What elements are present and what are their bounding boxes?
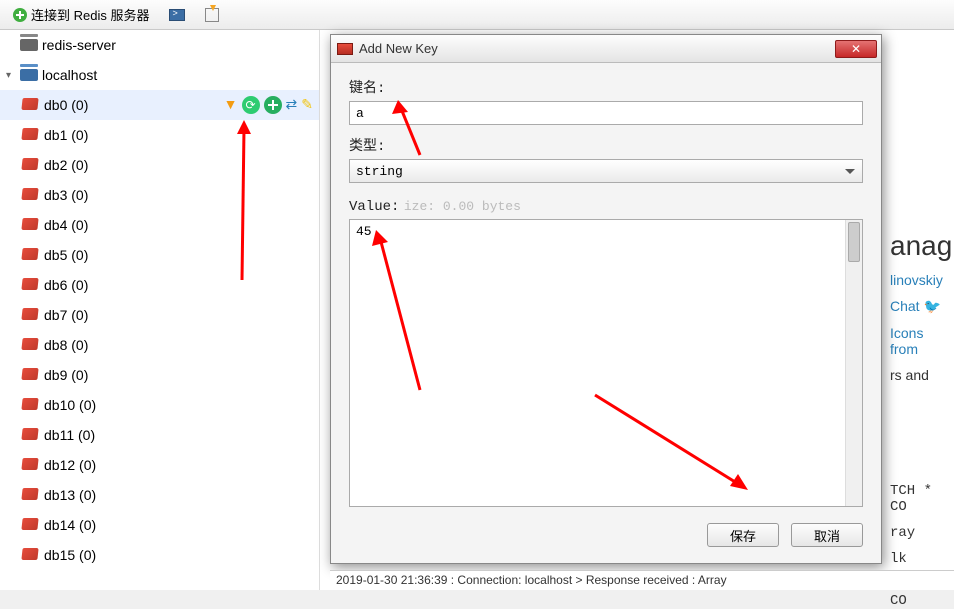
server-label: localhost xyxy=(42,67,97,83)
brush-icon[interactable]: ✎ xyxy=(301,96,313,114)
app-icon xyxy=(337,43,353,55)
collapse-icon[interactable]: ▾ xyxy=(6,70,20,81)
status-text: 2019-01-30 21:36:39 : Connection: localh… xyxy=(336,573,727,587)
db-label: db9 (0) xyxy=(44,367,88,383)
db-row[interactable]: db15 (0) xyxy=(0,540,319,570)
db-row[interactable]: db11 (0) xyxy=(0,420,319,450)
database-icon xyxy=(22,248,40,262)
db-row-actions: ▼ ⟳ ⇄ ✎ xyxy=(224,96,313,114)
db-label: db6 (0) xyxy=(44,277,88,293)
database-icon xyxy=(22,278,40,292)
sync-icon[interactable]: ⇄ xyxy=(286,96,298,114)
database-icon xyxy=(22,488,40,502)
db-label: db3 (0) xyxy=(44,187,88,203)
database-icon xyxy=(22,158,40,172)
import-button[interactable] xyxy=(198,4,226,26)
scrollbar-thumb[interactable] xyxy=(848,222,860,262)
server-icon xyxy=(20,39,38,51)
plus-icon xyxy=(13,8,27,22)
db-row[interactable]: db4 (0) xyxy=(0,210,319,240)
db-row[interactable]: db9 (0) xyxy=(0,360,319,390)
bg-text: Icons from xyxy=(890,325,954,357)
console-button[interactable] xyxy=(162,4,192,26)
main-toolbar: 连接到 Redis 服务器 xyxy=(0,0,954,30)
cancel-button[interactable]: 取消 xyxy=(791,523,863,547)
import-icon xyxy=(205,8,219,22)
tree-server-redis[interactable]: redis-server xyxy=(0,30,319,60)
db-label: db15 (0) xyxy=(44,547,96,563)
db-row[interactable]: db6 (0) xyxy=(0,270,319,300)
dialog-title: Add New Key xyxy=(359,41,835,56)
database-icon xyxy=(22,338,40,352)
bg-text: Chat 🐦 xyxy=(890,298,954,315)
database-icon xyxy=(22,458,40,472)
twitter-icon: 🐦 xyxy=(923,298,940,314)
db-row[interactable]: db10 (0) xyxy=(0,390,319,420)
bg-text: lk xyxy=(890,551,954,567)
db-label: db8 (0) xyxy=(44,337,88,353)
db-row[interactable]: db12 (0) xyxy=(0,450,319,480)
db-label: db12 (0) xyxy=(44,457,96,473)
db-label: db4 (0) xyxy=(44,217,88,233)
server-tree[interactable]: redis-server ▾ localhost db0 (0) ▼ ⟳ ⇄ ✎… xyxy=(0,30,320,590)
db-row[interactable]: db14 (0) xyxy=(0,510,319,540)
db-row[interactable]: db13 (0) xyxy=(0,480,319,510)
db-row[interactable]: db7 (0) xyxy=(0,300,319,330)
reload-icon[interactable]: ⟳ xyxy=(242,96,260,114)
dialog-titlebar[interactable]: Add New Key ✕ xyxy=(331,35,881,63)
database-icon xyxy=(22,428,40,442)
status-bar: 2019-01-30 21:36:39 : Connection: localh… xyxy=(330,570,954,590)
database-icon xyxy=(22,518,40,532)
bg-text: anag xyxy=(890,230,954,262)
db-label: db13 (0) xyxy=(44,487,96,503)
database-icon xyxy=(22,218,40,232)
connect-server-button[interactable]: 连接到 Redis 服务器 xyxy=(6,4,156,26)
add-key-dialog: Add New Key ✕ 键名: 类型: Value: ize: 0.00 b… xyxy=(330,34,882,564)
server-icon xyxy=(20,69,38,81)
database-icon xyxy=(22,308,40,322)
db-row[interactable]: db5 (0) xyxy=(0,240,319,270)
bg-text: rs and xyxy=(890,367,954,383)
server-label: redis-server xyxy=(42,37,116,53)
bg-text: ray xyxy=(890,525,954,541)
db-row[interactable]: db1 (0) xyxy=(0,120,319,150)
value-size-hint: ize: 0.00 bytes xyxy=(404,199,521,214)
db-row[interactable]: db3 (0) xyxy=(0,180,319,210)
close-button[interactable]: ✕ xyxy=(835,40,877,58)
console-icon xyxy=(169,9,185,21)
db-label: db7 (0) xyxy=(44,307,88,323)
database-icon xyxy=(22,368,40,382)
database-icon xyxy=(22,188,40,202)
bg-text: linovskiy xyxy=(890,272,954,288)
key-name-label: 键名: xyxy=(349,77,863,97)
add-key-icon[interactable] xyxy=(264,96,282,114)
db-label: db10 (0) xyxy=(44,397,96,413)
value-textarea[interactable] xyxy=(349,219,863,507)
type-label: 类型: xyxy=(349,135,863,155)
db-label: db1 (0) xyxy=(44,127,88,143)
db-label: db14 (0) xyxy=(44,517,96,533)
db-row[interactable]: db8 (0) xyxy=(0,330,319,360)
database-icon xyxy=(22,548,40,562)
database-icon xyxy=(22,128,40,142)
save-button[interactable]: 保存 xyxy=(707,523,779,547)
filter-icon[interactable]: ▼ xyxy=(224,96,238,114)
db-row[interactable]: db2 (0) xyxy=(0,150,319,180)
db-label: db0 (0) xyxy=(44,97,88,113)
type-select[interactable] xyxy=(349,159,863,183)
tree-server-localhost[interactable]: ▾ localhost xyxy=(0,60,319,90)
db-label: db5 (0) xyxy=(44,247,88,263)
database-icon xyxy=(22,398,40,412)
database-icon xyxy=(22,98,40,112)
key-name-input[interactable] xyxy=(349,101,863,125)
value-label: Value: xyxy=(349,199,399,215)
connect-label: 连接到 Redis 服务器 xyxy=(31,5,149,24)
db-label: db11 (0) xyxy=(44,427,95,443)
bg-text: TCH * CO xyxy=(890,483,954,515)
db-label: db2 (0) xyxy=(44,157,88,173)
scrollbar[interactable] xyxy=(845,220,862,506)
db-row-0[interactable]: db0 (0) ▼ ⟳ ⇄ ✎ xyxy=(0,90,319,120)
